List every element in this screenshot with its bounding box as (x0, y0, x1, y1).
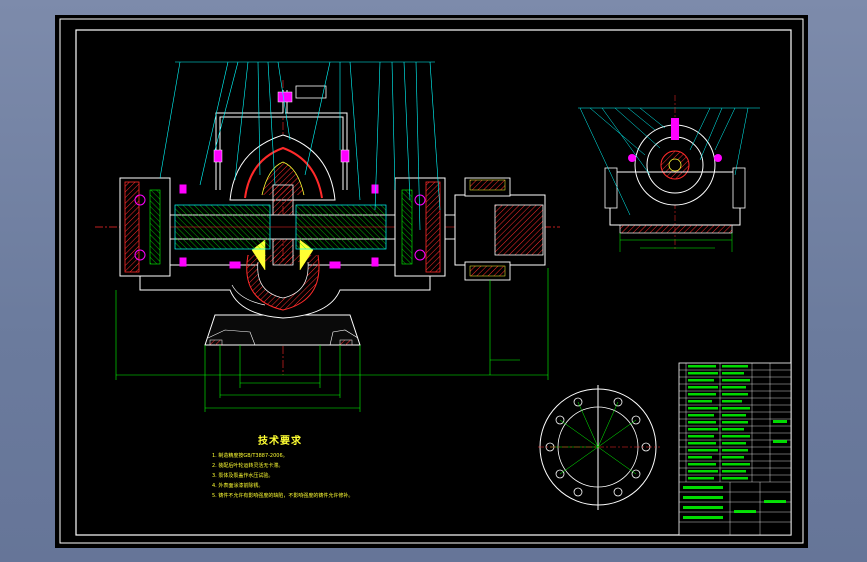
side-view (578, 95, 760, 252)
drawing-canvas (59, 18, 804, 544)
cad-viewport: 技术要求 1. 制造精度按GB/T3887-2006。 2. 装配后叶轮运转灵活… (0, 0, 867, 562)
note-line: 2. 装配后叶轮运转灵活无卡滞。 (212, 463, 284, 469)
notes-title: 技术要求 (258, 436, 302, 447)
note-line: 4. 外表面涂漆前除锈。 (212, 483, 264, 489)
main-sectional-view (95, 61, 560, 412)
flange-view (538, 385, 660, 510)
note-line: 1. 制造精度按GB/T3887-2006。 (212, 453, 288, 459)
note-line: 3. 泵体及泵盖作水压试验。 (212, 473, 274, 479)
note-line: 5. 铸件不允许有影响强度的缺陷，不影响强度的铸件允许修补。 (212, 493, 354, 499)
title-block (678, 362, 792, 536)
